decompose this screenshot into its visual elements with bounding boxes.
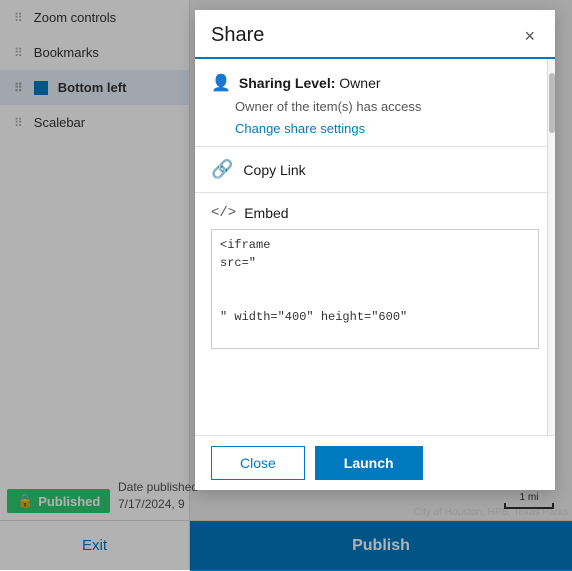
- sharing-description: Owner of the item(s) has access: [235, 99, 539, 114]
- sharing-level-prefix: Sharing Level:: [239, 75, 339, 91]
- embed-line-4: [220, 290, 530, 308]
- modal-close-button[interactable]: Close: [211, 446, 305, 480]
- sharing-level-value: Owner: [339, 75, 380, 91]
- sharing-level-text: Sharing Level: Owner: [239, 75, 381, 91]
- close-icon-button[interactable]: ×: [520, 25, 539, 47]
- embed-line-3: [220, 272, 530, 290]
- embed-section: </> Embed <iframe src=" " width="400" he…: [195, 193, 555, 349]
- embed-line-2: src=": [220, 254, 530, 272]
- embed-code-box[interactable]: <iframe src=" " width="400" height="600": [211, 229, 539, 349]
- link-icon: 🔗: [211, 159, 233, 180]
- modal-footer: Close Launch: [195, 435, 555, 490]
- embed-line-1: <iframe: [220, 236, 530, 254]
- embed-header: </> Embed: [211, 205, 539, 221]
- modal-scrollbar-track: [547, 59, 555, 435]
- embed-label: Embed: [244, 205, 288, 221]
- modal-launch-button[interactable]: Launch: [315, 446, 423, 480]
- change-share-settings-link[interactable]: Change share settings: [235, 121, 365, 136]
- embed-icon: </>: [211, 205, 236, 221]
- sharing-level-row: 👤 Sharing Level: Owner: [211, 73, 539, 93]
- embed-line-5: " width="400" height="600": [220, 308, 530, 326]
- copy-link-label: Copy Link: [243, 162, 305, 178]
- modal-scrollbar-thumb: [549, 73, 555, 133]
- modal-body: 👤 Sharing Level: Owner Owner of the item…: [195, 59, 555, 435]
- share-modal: Share × 👤 Sharing Level: Owner Owner of …: [195, 10, 555, 490]
- modal-header: Share ×: [195, 10, 555, 59]
- modal-title: Share: [211, 24, 264, 47]
- sharing-level-section: 👤 Sharing Level: Owner Owner of the item…: [195, 59, 555, 147]
- person-icon: 👤: [211, 73, 231, 93]
- copy-link-section[interactable]: 🔗 Copy Link: [195, 147, 555, 193]
